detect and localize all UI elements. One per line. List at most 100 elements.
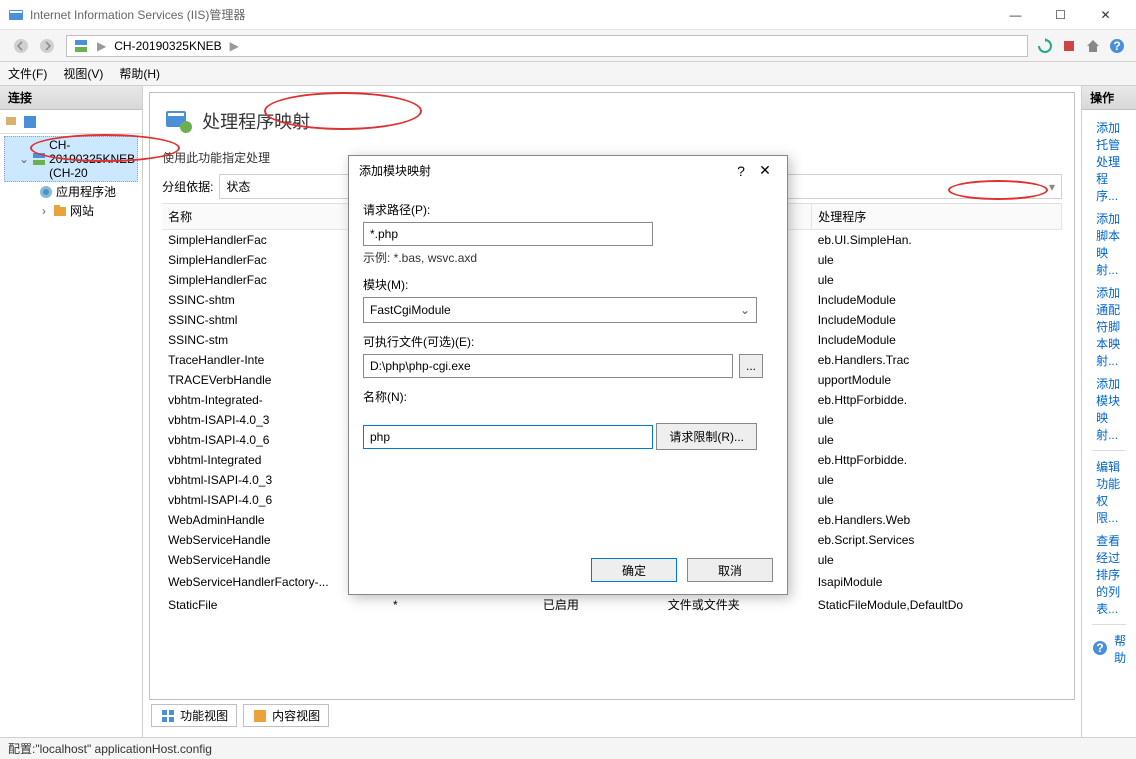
name-label: 名称(N):	[363, 388, 773, 405]
tree-node-label: CH-20190325KNEB (CH-20	[49, 138, 137, 180]
svg-text:?: ?	[1096, 641, 1103, 655]
help-label: 帮助	[1114, 632, 1126, 666]
action-add-wildcard[interactable]: 添加通配符脚本映射...	[1086, 281, 1132, 372]
cell-name: StaticFile	[162, 593, 387, 616]
connect-icon[interactable]	[4, 114, 20, 130]
menu-file[interactable]: 文件(F)	[8, 65, 47, 82]
window-titlebar: Internet Information Services (IIS)管理器 —…	[0, 0, 1136, 30]
help-icon: ?	[1092, 640, 1108, 659]
menu-view[interactable]: 视图(V)	[63, 65, 103, 82]
refresh-icon[interactable]	[1034, 35, 1056, 57]
separator	[1092, 450, 1126, 451]
content-view-label: 内容视图	[272, 707, 320, 724]
stop-icon[interactable]	[1058, 35, 1080, 57]
browse-button[interactable]: ...	[739, 354, 763, 378]
actions-list: 添加托管处理程序... 添加脚本映射... 添加通配符脚本映射... 添加模块映…	[1082, 110, 1136, 675]
cell-handler: eb.UI.SimpleHan.	[812, 230, 1062, 251]
cell-state: 已启用	[537, 593, 662, 616]
collapse-icon[interactable]: ⌄	[19, 152, 29, 166]
tree-node-label: 网站	[70, 202, 94, 219]
menu-help[interactable]: 帮助(H)	[119, 65, 160, 82]
table-row[interactable]: StaticFile*已启用文件或文件夹StaticFileModule,Def…	[162, 593, 1062, 616]
cancel-button[interactable]: 取消	[687, 558, 773, 582]
chevron-down-icon: ⌄	[740, 303, 750, 317]
action-help[interactable]: ? 帮助	[1086, 629, 1132, 669]
save-icon[interactable]	[22, 114, 38, 130]
action-add-managed[interactable]: 添加托管处理程序...	[1086, 116, 1132, 207]
connections-tree: ⌄ CH-20190325KNEB (CH-20 应用程序池 › 网站	[0, 134, 142, 222]
maximize-button[interactable]: ☐	[1038, 1, 1083, 29]
name-input[interactable]	[363, 425, 653, 449]
address-sep-icon: ▶	[97, 39, 106, 53]
forward-button[interactable]	[34, 34, 60, 58]
add-module-mapping-dialog: 添加模块映射 ? ✕ 请求路径(P): 示例: *.bas, wsvc.axd …	[348, 155, 788, 595]
group-by-value: 状态	[226, 178, 250, 195]
separator	[1092, 624, 1126, 625]
cell-path: *	[387, 593, 537, 616]
request-restrictions-button[interactable]: 请求限制(R)...	[656, 423, 757, 450]
cell-handler: ule	[812, 250, 1062, 270]
handler-mapping-icon	[162, 105, 194, 137]
executable-input[interactable]	[363, 354, 733, 378]
request-path-label: 请求路径(P):	[363, 201, 773, 218]
cell-handler: IsapiModule	[812, 570, 1062, 593]
server-icon	[31, 151, 47, 167]
cell-handler: eb.HttpForbidde.	[812, 390, 1062, 410]
cell-type: 文件或文件夹	[662, 593, 812, 616]
dialog-title: 添加模块映射	[359, 162, 431, 179]
minimize-button[interactable]: —	[993, 1, 1038, 29]
address-host: CH-20190325KNEB	[114, 39, 221, 53]
ok-button[interactable]: 确定	[591, 558, 677, 582]
help-icon[interactable]: ?	[1106, 35, 1128, 57]
action-add-module[interactable]: 添加模块映射...	[1086, 372, 1132, 446]
col-handler[interactable]: 处理程序	[812, 204, 1062, 230]
home-icon[interactable]	[1082, 35, 1104, 57]
server-icon	[73, 38, 89, 54]
cell-handler: upportModule	[812, 370, 1062, 390]
tree-node-app-pools[interactable]: 应用程序池	[4, 182, 138, 201]
request-path-input[interactable]	[363, 222, 653, 246]
dialog-close-icon[interactable]: ✕	[753, 162, 777, 179]
cell-handler: IncludeModule	[812, 310, 1062, 330]
cell-handler: eb.Handlers.Web	[812, 510, 1062, 530]
svg-text:?: ?	[1113, 39, 1120, 53]
module-value: FastCgiModule	[370, 303, 451, 317]
action-view-ordered[interactable]: 查看经过排序的列表...	[1086, 529, 1132, 620]
cell-handler: eb.Script.Services	[812, 530, 1062, 550]
navbar: ▶ CH-20190325KNEB ▶ ?	[0, 30, 1136, 62]
action-add-script[interactable]: 添加脚本映射...	[1086, 207, 1132, 281]
cell-handler: ule	[812, 270, 1062, 290]
cell-handler: ule	[812, 410, 1062, 430]
app-icon	[8, 7, 24, 23]
module-select[interactable]: FastCgiModule ⌄	[363, 297, 757, 323]
dialog-help-icon[interactable]: ?	[729, 163, 753, 179]
chevron-down-icon: ▾	[1049, 180, 1055, 194]
cell-handler: ule	[812, 550, 1062, 570]
actions-header: 操作	[1082, 86, 1136, 110]
cell-handler: IncludeModule	[812, 330, 1062, 350]
module-label: 模块(M):	[363, 276, 773, 293]
feature-view-label: 功能视图	[180, 707, 228, 724]
close-button[interactable]: ✕	[1083, 1, 1128, 29]
content-view-tab[interactable]: 内容视图	[243, 704, 329, 727]
status-text: 配置:"localhost" applicationHost.config	[8, 740, 212, 757]
feature-view-tab[interactable]: 功能视图	[151, 704, 237, 727]
cell-handler: ule	[812, 470, 1062, 490]
cell-handler: eb.HttpForbidde.	[812, 450, 1062, 470]
back-button[interactable]	[8, 34, 34, 58]
address-sep-icon: ▶	[230, 39, 239, 53]
address-bar[interactable]: ▶ CH-20190325KNEB ▶	[66, 35, 1028, 57]
tree-node-sites[interactable]: › 网站	[4, 201, 138, 220]
group-by-label: 分组依据:	[162, 178, 213, 195]
status-bar: 配置:"localhost" applicationHost.config	[0, 737, 1136, 759]
menubar: 文件(F) 视图(V) 帮助(H)	[0, 62, 1136, 86]
cell-handler: ule	[812, 490, 1062, 510]
expand-icon[interactable]: ›	[38, 204, 50, 218]
window-title: Internet Information Services (IIS)管理器	[30, 6, 245, 23]
tree-node-host[interactable]: ⌄ CH-20190325KNEB (CH-20	[4, 136, 138, 182]
cell-handler: IncludeModule	[812, 290, 1062, 310]
tree-node-label: 应用程序池	[56, 183, 116, 200]
action-edit-permissions[interactable]: 编辑功能权限...	[1086, 455, 1132, 529]
executable-label: 可执行文件(可选)(E):	[363, 333, 773, 350]
cell-handler: ule	[812, 430, 1062, 450]
